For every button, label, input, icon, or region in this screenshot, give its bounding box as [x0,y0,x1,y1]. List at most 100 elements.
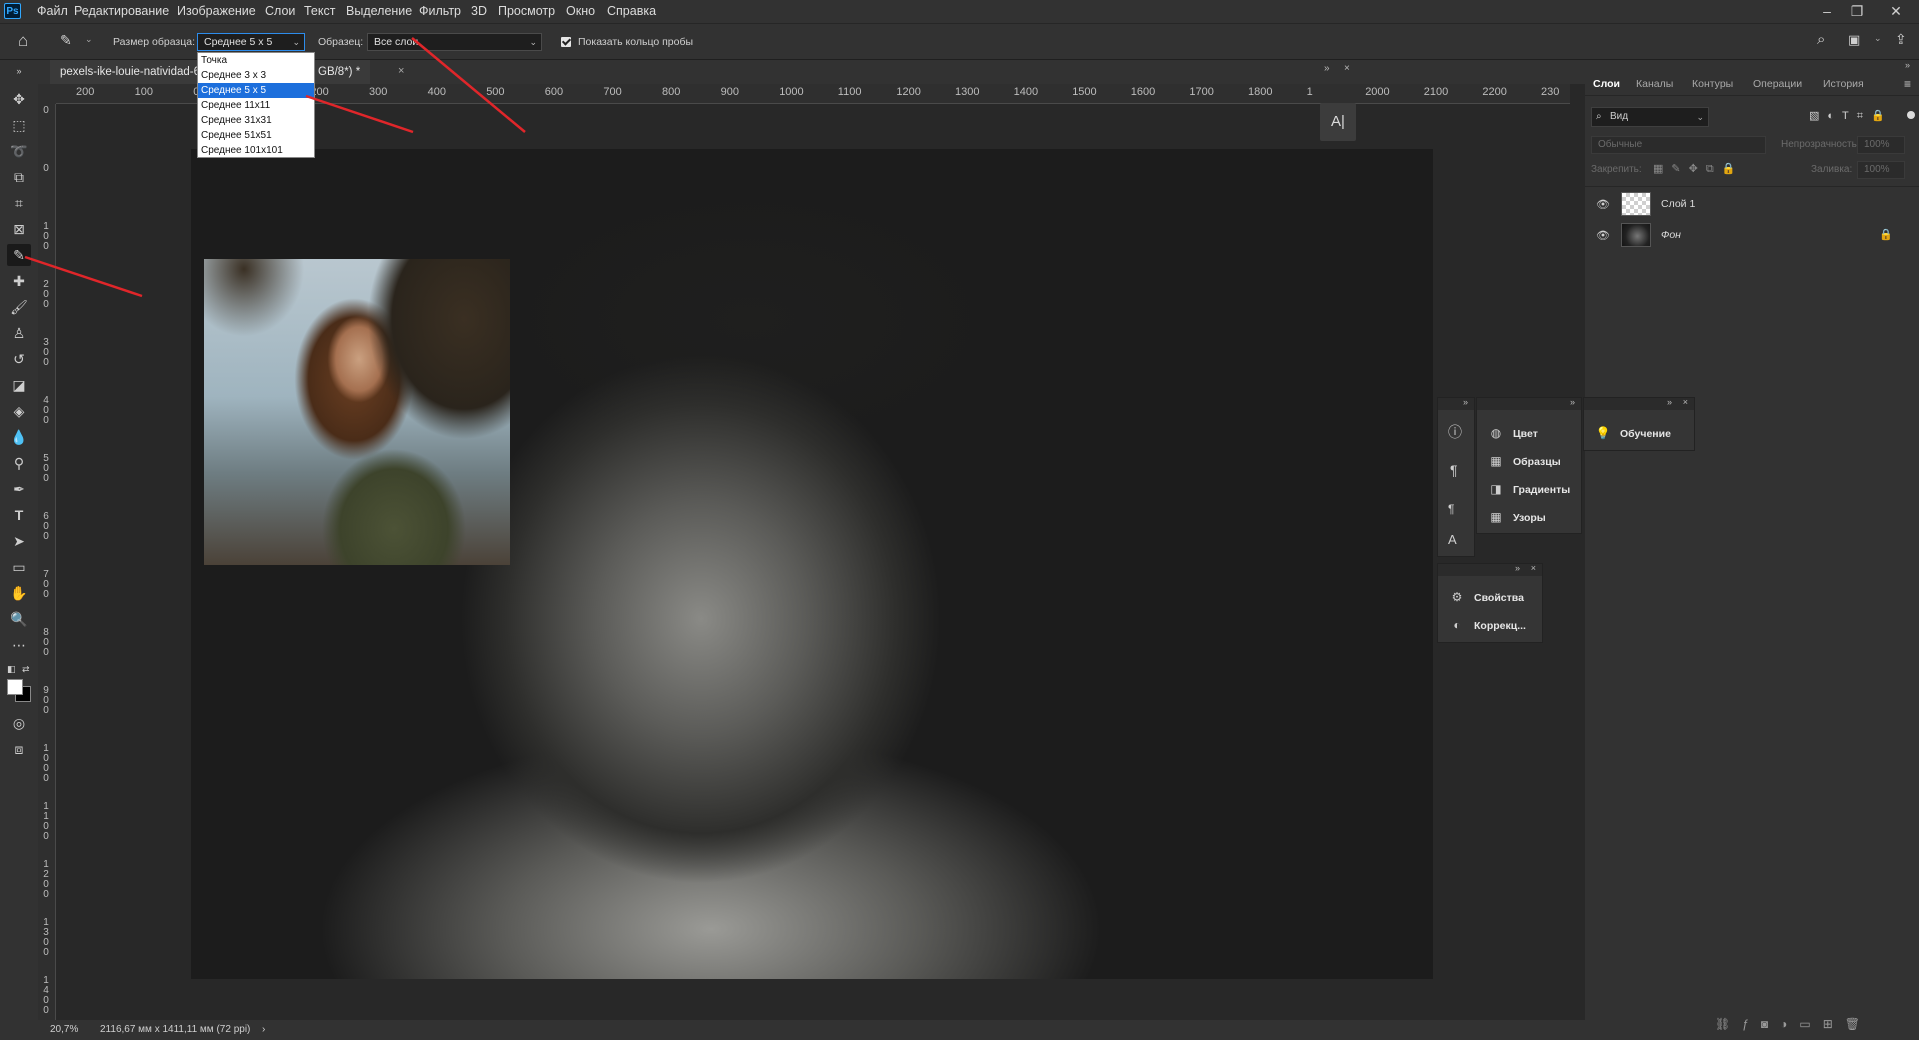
healing-brush-tool-icon[interactable]: ✚ [7,270,31,292]
menu-edit[interactable]: Редактирование [74,4,169,18]
workspace-icon[interactable]: ▣ [1848,32,1860,48]
type-tool-icon[interactable]: T [7,504,31,526]
visibility-eye-icon[interactable]: 👁 [1596,198,1610,211]
panel-color[interactable]: ◍ Цвет [1477,420,1538,446]
menu-3d[interactable]: 3D [471,4,487,18]
panel-swatches[interactable]: ▦ Образцы [1477,448,1560,474]
collapse-panel-icon[interactable]: » [1905,60,1910,70]
tab-actions[interactable]: Операции [1753,78,1802,90]
crop-tool-icon[interactable]: ⌗ [7,192,31,214]
zoom-level[interactable]: 20,7% [50,1020,78,1040]
inset-portrait-photo[interactable] [204,259,510,565]
paragraph-styles-icon[interactable]: ¶ [1448,502,1454,516]
expand-panel-icon[interactable]: » [1324,63,1330,74]
zoom-tool-icon[interactable]: 🔍 [7,608,31,630]
pen-tool-icon[interactable]: ✒ [7,478,31,500]
visibility-eye-icon[interactable]: 👁 [1596,229,1610,242]
minimize-icon[interactable]: – [1810,0,1844,22]
panel-adjustments[interactable]: ◐ Коррекц... [1438,612,1526,638]
menu-layers[interactable]: Слои [265,4,295,18]
expand-group-icon[interactable]: » [1515,563,1520,573]
dropdown-option[interactable]: Среднее 31x31 [198,113,314,128]
dropdown-option-selected[interactable]: Среднее 5 x 5 [198,83,314,98]
close-window-icon[interactable]: ✕ [1879,0,1913,22]
path-select-tool-icon[interactable]: ➤ [7,530,31,552]
layer-filter-select[interactable]: ⌕ Вид ⌄ [1591,107,1709,127]
eyedropper-preset-icon[interactable]: ✎ [60,32,72,49]
dropdown-option[interactable]: Среднее 3 x 3 [198,68,314,83]
eraser-tool-icon[interactable]: ◪ [7,374,31,396]
vertical-ruler[interactable]: 0 0 100 200 300 400 500 600 700 800 900 1000 1100 120… [38,104,56,1020]
tab-history[interactable]: История [1823,78,1864,90]
hand-tool-icon[interactable]: ✋ [7,582,31,604]
panel-menu-icon[interactable]: ≡ [1904,77,1911,91]
tab-paths[interactable]: Контуры [1692,78,1733,90]
chevron-down-icon[interactable]: ⌄ [85,34,93,45]
character-styles-icon[interactable]: A [1448,532,1457,547]
foreground-color-swatch[interactable] [7,679,23,695]
layer-row[interactable]: 👁 Слой 1 [1591,189,1911,219]
marquee-tool-icon[interactable]: ⬚ [7,114,31,136]
opacity-field[interactable]: 100% [1857,136,1905,154]
dropdown-option[interactable]: Среднее 51x51 [198,128,314,143]
move-tool-icon[interactable]: ✥ [7,88,31,110]
share-icon[interactable]: ⇪ [1895,31,1907,48]
default-colors-icon[interactable]: ◧ [7,664,16,675]
dropdown-option[interactable]: Точка [198,53,314,68]
filter-toggle-icon[interactable] [1907,111,1915,119]
lasso-tool-icon[interactable]: ➰ [7,140,31,162]
layer-row[interactable]: 👁 Фон 🔒 [1591,220,1911,250]
layer-filter-icons[interactable]: ▧◐T⌗🔒 [1809,109,1893,123]
frame-tool-icon[interactable]: ⊠ [7,218,31,240]
clone-stamp-tool-icon[interactable]: ♙ [7,322,31,344]
tab-layers[interactable]: Слои [1593,78,1620,90]
rectangle-tool-icon[interactable]: ▭ [7,556,31,578]
more-tools-icon[interactable]: ⋯ [7,634,31,656]
info-icon[interactable]: ⓘ [1448,422,1462,442]
menu-help[interactable]: Справка [607,4,656,18]
close-panel-icon[interactable]: × [1531,563,1536,573]
dropdown-option[interactable]: Среднее 101x101 [198,143,314,158]
blend-mode-select[interactable]: Обычные [1591,136,1766,154]
paragraph-icon[interactable]: ¶ [1450,462,1458,478]
expand-group-icon[interactable]: » [1667,397,1672,407]
search-icon[interactable]: ⌕ [1817,31,1825,48]
sample-size-select[interactable]: Среднее 5 x 5 ⌄ [197,33,305,51]
paint-bucket-tool-icon[interactable]: ◈ [7,400,31,422]
menu-file[interactable]: Файл [37,4,68,18]
dodge-tool-icon[interactable]: ⚲ [7,452,31,474]
history-brush-tool-icon[interactable]: ↺ [7,348,31,370]
panel-learn[interactable]: 💡 Обучение [1584,420,1671,446]
lock-icons[interactable]: ▦✎✥⧉🔒 [1653,162,1743,176]
eyedropper-tool-icon[interactable]: ✎ [7,244,31,266]
menu-text[interactable]: Текст [304,4,335,18]
fill-field[interactable]: 100% [1857,161,1905,179]
panel-patterns[interactable]: ▦ Узоры [1477,504,1545,530]
menu-window[interactable]: Окно [566,4,595,18]
glyphs-panel-icon[interactable]: A| [1320,103,1356,141]
menu-filter[interactable]: Фильтр [419,4,461,18]
quick-mask-icon[interactable]: ◎ [7,712,31,734]
panel-properties[interactable]: ⚙ Свойства [1438,584,1524,610]
tab-channels[interactable]: Каналы [1636,78,1673,90]
menu-select[interactable]: Выделение [346,4,412,18]
close-panel-icon[interactable]: × [1344,63,1350,74]
collapse-toolbar-icon[interactable]: » [7,60,31,82]
restore-icon[interactable]: ❐ [1840,0,1874,22]
menu-view[interactable]: Просмотр [498,4,555,18]
chevron-down-icon[interactable]: ⌄ [1874,33,1882,44]
object-select-tool-icon[interactable]: ⧉ [7,166,31,188]
sample-layers-select[interactable]: Все слои ⌄ [367,33,542,51]
close-panel-icon[interactable]: × [1683,397,1688,407]
dropdown-option[interactable]: Среднее 11x11 [198,98,314,113]
home-icon[interactable]: ⌂ [18,31,28,51]
screen-mode-icon[interactable]: ⧈ [7,738,31,760]
blur-tool-icon[interactable]: 💧 [7,426,31,448]
menu-image[interactable]: Изображение [177,4,256,18]
chevron-right-icon[interactable]: › [262,1020,265,1040]
swap-colors-icon[interactable]: ⇄ [22,664,30,675]
layer-actions-icons[interactable]: ⛓ƒ◙◑▭⊞🗑 [1715,1017,1872,1031]
panel-gradients[interactable]: ◨ Градиенты [1477,476,1570,502]
expand-dock-icon[interactable]: » [1463,397,1468,407]
ruler-origin[interactable] [38,84,56,104]
